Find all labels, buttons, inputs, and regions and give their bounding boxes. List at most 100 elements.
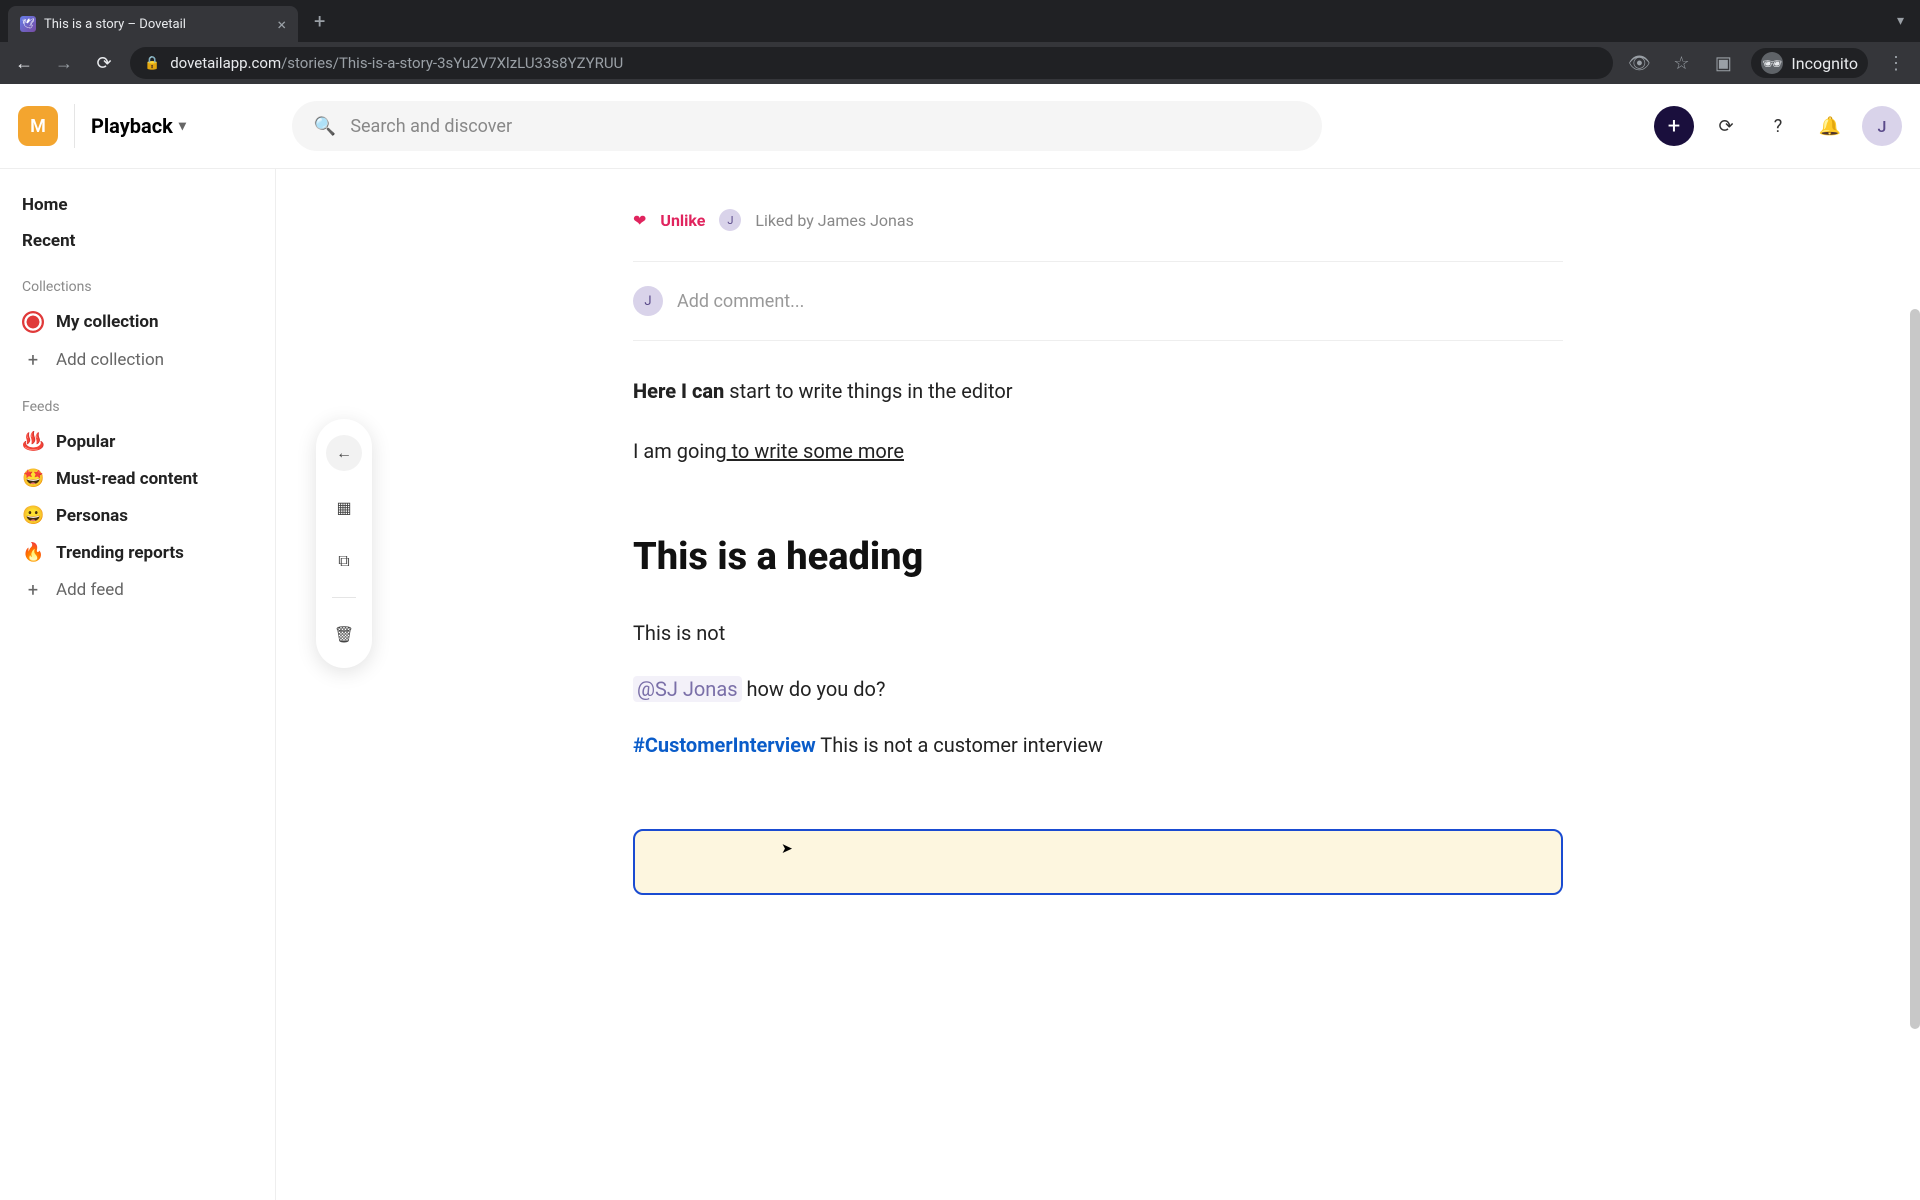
liked-by-text: Liked by James Jonas: [755, 211, 913, 230]
window-controls[interactable]: ▾: [1881, 13, 1920, 29]
bold-text: Here I can: [633, 379, 724, 403]
paragraph[interactable]: Here I can start to write things in the …: [633, 375, 1563, 407]
add-feed-label: Add feed: [56, 580, 124, 600]
user-avatar[interactable]: J: [1862, 106, 1902, 146]
underline-text: to write some more: [727, 439, 904, 463]
grid-icon: ▦: [336, 498, 351, 517]
sidebar-item-label: Recent: [22, 231, 75, 251]
collection-icon: [22, 311, 44, 333]
search-input[interactable]: 🔍 Search and discover: [292, 101, 1322, 151]
incognito-label: Incognito: [1791, 54, 1858, 73]
upload-button[interactable]: ⟳: [1706, 106, 1746, 146]
add-collection-button[interactable]: + Add collection: [12, 341, 263, 379]
paragraph[interactable]: I am going to write some more: [633, 435, 1563, 467]
plus-icon: +: [1668, 114, 1680, 139]
divider: [74, 104, 75, 148]
sidebar-item-home[interactable]: Home: [12, 187, 263, 223]
workspace-badge[interactable]: M: [18, 106, 58, 146]
new-tab-button[interactable]: +: [306, 9, 333, 33]
address-bar[interactable]: 🔒 dovetailapp.com/stories/This-is-a-stor…: [130, 47, 1613, 79]
sidebar-item-label: Trending reports: [56, 543, 184, 563]
chevron-down-icon: ▾: [179, 118, 186, 134]
help-icon: ?: [1774, 116, 1783, 137]
forward-button[interactable]: →: [50, 53, 78, 74]
eye-off-icon[interactable]: 👁: [1625, 53, 1653, 74]
search-icon: 🔍: [314, 116, 336, 137]
divider: [633, 340, 1563, 341]
mention-chip[interactable]: @SJ Jonas: [633, 676, 742, 702]
arrow-left-icon: ←: [336, 443, 352, 463]
sidebar-item-label: Must-read content: [56, 469, 198, 489]
star-icon[interactable]: ☆: [1667, 53, 1695, 74]
heart-icon: ❤: [633, 211, 646, 230]
block-back-button[interactable]: ←: [326, 435, 362, 471]
star-struck-icon: 🤩: [22, 468, 44, 489]
upload-icon: ⟳: [1718, 116, 1733, 137]
tab-title: This is a story – Dovetail: [44, 17, 186, 32]
panel-icon[interactable]: ▣: [1709, 53, 1737, 74]
copy-icon: ⧉: [338, 551, 349, 571]
divider: [633, 261, 1563, 262]
add-feed-button[interactable]: + Add feed: [12, 571, 263, 609]
url-path: /stories/This-is-a-story-3sYu2V7XlzLU33s…: [281, 54, 623, 72]
callout-block[interactable]: ➤: [633, 829, 1563, 895]
workspace-selector[interactable]: Playback ▾: [91, 114, 186, 138]
sidebar-item-popular[interactable]: ♨️ Popular: [12, 423, 263, 460]
sidebar-item-must-read[interactable]: 🤩 Must-read content: [12, 460, 263, 497]
plus-icon: +: [22, 349, 44, 371]
browser-tab[interactable]: 🕊 This is a story – Dovetail ×: [8, 6, 298, 42]
sidebar-item-trending[interactable]: 🔥 Trending reports: [12, 534, 263, 571]
sidebar-item-label: Personas: [56, 506, 128, 526]
add-collection-label: Add collection: [56, 350, 164, 370]
workspace-name: Playback: [91, 114, 173, 138]
plus-icon: +: [22, 579, 44, 601]
text: This is not a customer interview: [816, 733, 1103, 757]
paragraph[interactable]: @SJ Jonas how do you do?: [633, 677, 1563, 701]
search-placeholder: Search and discover: [350, 116, 512, 137]
url-host: dovetailapp.com: [170, 54, 281, 72]
sidebar-item-label: Popular: [56, 432, 115, 452]
bell-icon: 🔔: [1819, 116, 1841, 137]
sidebar: Home Recent Collections My collection + …: [0, 169, 276, 1200]
liker-avatar: J: [719, 209, 741, 231]
block-copy-button[interactable]: ⧉: [326, 543, 362, 579]
favicon-icon: 🕊: [20, 16, 36, 32]
lock-icon: 🔒: [144, 56, 160, 71]
text: how do you do?: [742, 677, 886, 701]
trash-icon: 🗑: [334, 625, 354, 644]
kebab-menu-icon[interactable]: ⋮: [1882, 53, 1910, 74]
text: I am going: [633, 439, 727, 463]
close-tab-icon[interactable]: ×: [277, 15, 286, 34]
sidebar-item-recent[interactable]: Recent: [12, 223, 263, 259]
sidebar-item-label: Home: [22, 195, 68, 215]
sidebar-item-personas[interactable]: 😀 Personas: [12, 497, 263, 534]
incognito-icon: 🕶: [1761, 52, 1783, 74]
block-delete-button[interactable]: 🗑: [326, 616, 362, 652]
paragraph[interactable]: This is not: [633, 621, 1563, 645]
unlike-button[interactable]: Unlike: [660, 211, 705, 230]
hashtag[interactable]: #CustomerInterview: [633, 733, 816, 757]
comment-placeholder: Add comment...: [677, 291, 804, 312]
commenter-avatar: J: [633, 286, 663, 316]
help-button[interactable]: ?: [1758, 106, 1798, 146]
add-comment-input[interactable]: J Add comment...: [633, 274, 1563, 328]
cursor-icon: ➤: [781, 841, 793, 857]
block-toolbar: ← ▦ ⧉ 🗑: [316, 419, 372, 668]
sidebar-section-feeds: Feeds: [12, 379, 263, 423]
heading[interactable]: This is a heading: [633, 535, 1563, 579]
scrollbar[interactable]: [1910, 309, 1920, 1029]
back-button[interactable]: ←: [10, 53, 38, 74]
text: start to write things in the editor: [724, 379, 1012, 403]
incognito-badge[interactable]: 🕶 Incognito: [1751, 48, 1868, 78]
paragraph[interactable]: #CustomerInterview This is not a custome…: [633, 733, 1563, 757]
divider: [332, 597, 356, 598]
sidebar-item-my-collection[interactable]: My collection: [12, 303, 263, 341]
notifications-button[interactable]: 🔔: [1810, 106, 1850, 146]
sidebar-item-label: My collection: [56, 312, 159, 332]
block-type-button[interactable]: ▦: [326, 489, 362, 525]
fire-icon: 🔥: [22, 542, 44, 563]
sidebar-section-collections: Collections: [12, 259, 263, 303]
smile-icon: 😀: [22, 505, 44, 526]
reload-button[interactable]: ⟳: [90, 53, 118, 74]
create-button[interactable]: +: [1654, 106, 1694, 146]
